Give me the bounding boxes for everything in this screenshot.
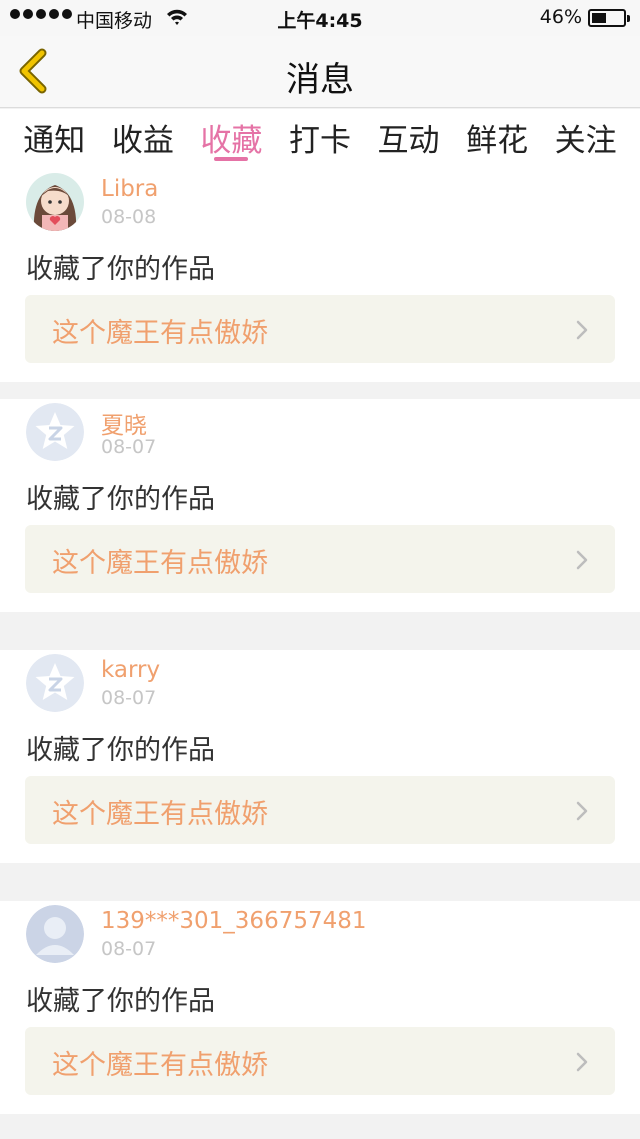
battery-fill bbox=[592, 13, 606, 23]
tab-bar: 通知 收益 收藏 打卡 互动 鲜花 关注 bbox=[0, 109, 640, 169]
work-title: 这个魔王有点傲娇 bbox=[52, 318, 268, 349]
action-text: 收藏了你的作品 bbox=[26, 254, 215, 285]
timestamp: 08-07 bbox=[101, 938, 157, 960]
qzone-star-avatar[interactable] bbox=[26, 654, 84, 712]
username[interactable]: karry bbox=[101, 657, 160, 683]
work-title: 这个魔王有点傲娇 bbox=[52, 799, 268, 830]
timestamp: 08-08 bbox=[101, 206, 157, 228]
tab-follow[interactable]: 关注 bbox=[555, 109, 617, 169]
tab-interaction[interactable]: 互动 bbox=[378, 109, 440, 169]
tab-earnings[interactable]: 收益 bbox=[112, 109, 174, 169]
username[interactable]: Libra bbox=[101, 176, 158, 202]
work-link[interactable]: 这个魔王有点傲娇 bbox=[25, 1027, 615, 1095]
action-text: 收藏了你的作品 bbox=[26, 735, 215, 766]
work-link[interactable]: 这个魔王有点傲娇 bbox=[25, 525, 615, 593]
list-item: 夏晓 08-07 收藏了你的作品这个魔王有点傲娇 bbox=[0, 399, 640, 612]
qzone-star-avatar[interactable] bbox=[26, 403, 84, 461]
timestamp: 08-07 bbox=[101, 687, 157, 709]
battery-nub bbox=[627, 15, 630, 22]
timestamp: 08-07 bbox=[101, 436, 157, 458]
tab-checkin[interactable]: 打卡 bbox=[289, 109, 351, 169]
battery-icon bbox=[588, 9, 630, 27]
tab-flowers[interactable]: 鲜花 bbox=[466, 109, 528, 169]
work-link[interactable]: 这个魔王有点傲娇 bbox=[25, 776, 615, 844]
chevron-right-icon bbox=[576, 1052, 588, 1072]
action-text: 收藏了你的作品 bbox=[26, 484, 215, 515]
girl-avatar[interactable] bbox=[26, 173, 84, 231]
action-text: 收藏了你的作品 bbox=[26, 986, 215, 1017]
chevron-right-icon bbox=[576, 320, 588, 340]
username[interactable]: 夏晓 bbox=[101, 406, 147, 440]
work-title: 这个魔王有点傲娇 bbox=[52, 548, 268, 579]
tab-favorites[interactable]: 收藏 bbox=[200, 109, 262, 169]
navigation-bar: 消息 bbox=[0, 36, 640, 108]
status-bar: 中国移动 上午4:45 46% bbox=[0, 0, 640, 36]
tab-notice[interactable]: 通知 bbox=[23, 109, 85, 169]
battery-percent: 46% bbox=[539, 6, 582, 28]
username[interactable]: 139***301_366757481 bbox=[101, 908, 367, 934]
page-title: 消息 bbox=[286, 60, 354, 100]
chevron-right-icon bbox=[576, 801, 588, 821]
chevron-right-icon bbox=[576, 550, 588, 570]
list-item: 139***301_366757481 08-07 收藏了你的作品这个魔王有点傲娇 bbox=[0, 901, 640, 1114]
default-person-avatar[interactable] bbox=[26, 905, 84, 963]
list-item: Libra 08-08 收藏了你的作品这个魔王有点傲娇 bbox=[0, 169, 640, 382]
list-item: karry 08-07 收藏了你的作品这个魔王有点傲娇 bbox=[0, 650, 640, 863]
work-title: 这个魔王有点傲娇 bbox=[52, 1050, 268, 1081]
work-link[interactable]: 这个魔王有点傲娇 bbox=[25, 295, 615, 363]
